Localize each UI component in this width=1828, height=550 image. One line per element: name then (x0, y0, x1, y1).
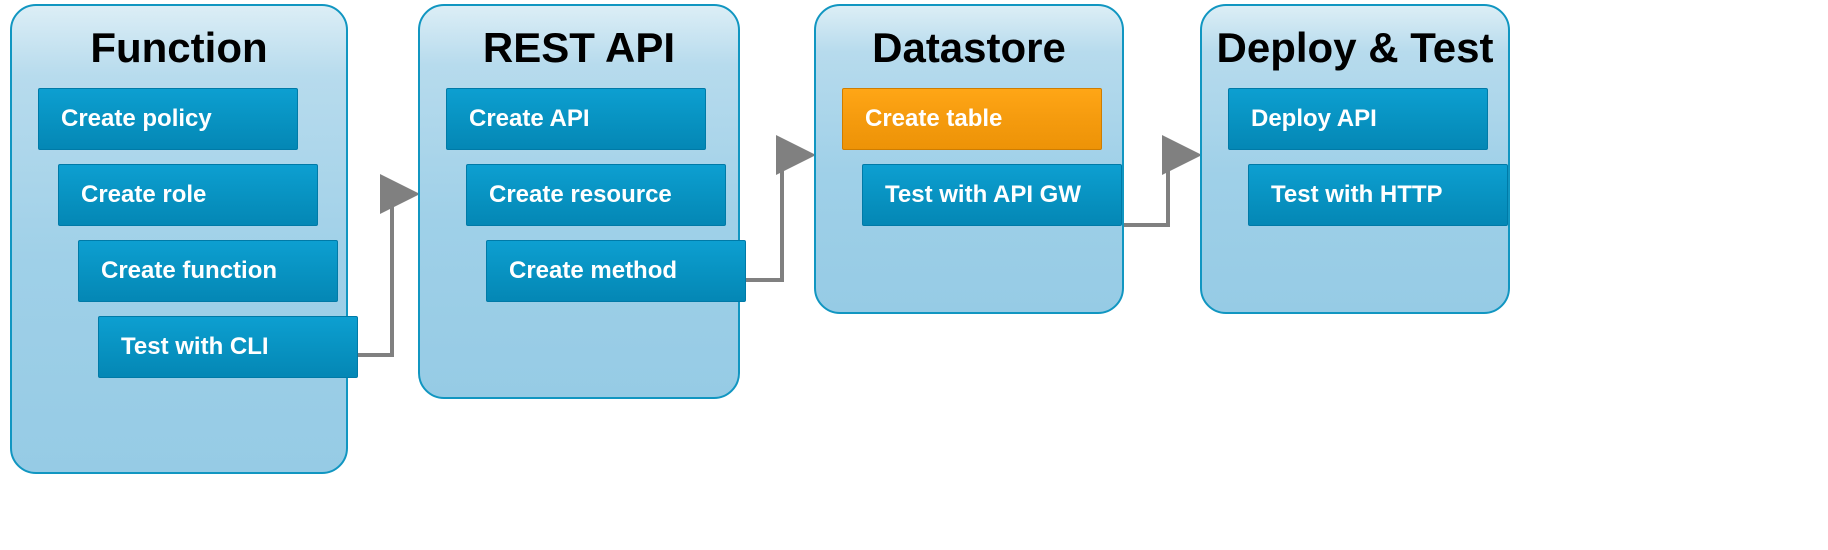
step-create-table: Create table (842, 88, 1102, 150)
step-test-with-http: Test with HTTP (1248, 164, 1508, 226)
panel-datastore: Datastore Create table Test with API GW (814, 4, 1124, 314)
panel-title: Datastore (816, 24, 1122, 72)
panel-title: REST API (420, 24, 738, 72)
panel-function: Function Create policy Create role Creat… (10, 4, 348, 474)
steps-list: Create policy Create role Create functio… (12, 88, 346, 414)
step-create-api: Create API (446, 88, 706, 150)
step-test-with-api-gw: Test with API GW (862, 164, 1122, 226)
step-create-policy: Create policy (38, 88, 298, 150)
step-deploy-api: Deploy API (1228, 88, 1488, 150)
step-create-resource: Create resource (466, 164, 726, 226)
panel-title: Deploy & Test (1202, 24, 1508, 72)
steps-list: Create API Create resource Create method (420, 88, 738, 338)
panel-title: Function (12, 24, 346, 72)
step-create-role: Create role (58, 164, 318, 226)
step-create-function: Create function (78, 240, 338, 302)
arrow-datastore-to-deploy (1124, 155, 1194, 225)
step-create-method: Create method (486, 240, 746, 302)
step-test-with-cli: Test with CLI (98, 316, 358, 378)
steps-list: Create table Test with API GW (816, 88, 1122, 262)
steps-list: Deploy API Test with HTTP (1202, 88, 1508, 262)
arrow-restapi-to-datastore (740, 155, 808, 280)
panel-rest-api: REST API Create API Create resource Crea… (418, 4, 740, 399)
panel-deploy-test: Deploy & Test Deploy API Test with HTTP (1200, 4, 1510, 314)
diagram-canvas: Function Create policy Create role Creat… (0, 0, 1828, 550)
